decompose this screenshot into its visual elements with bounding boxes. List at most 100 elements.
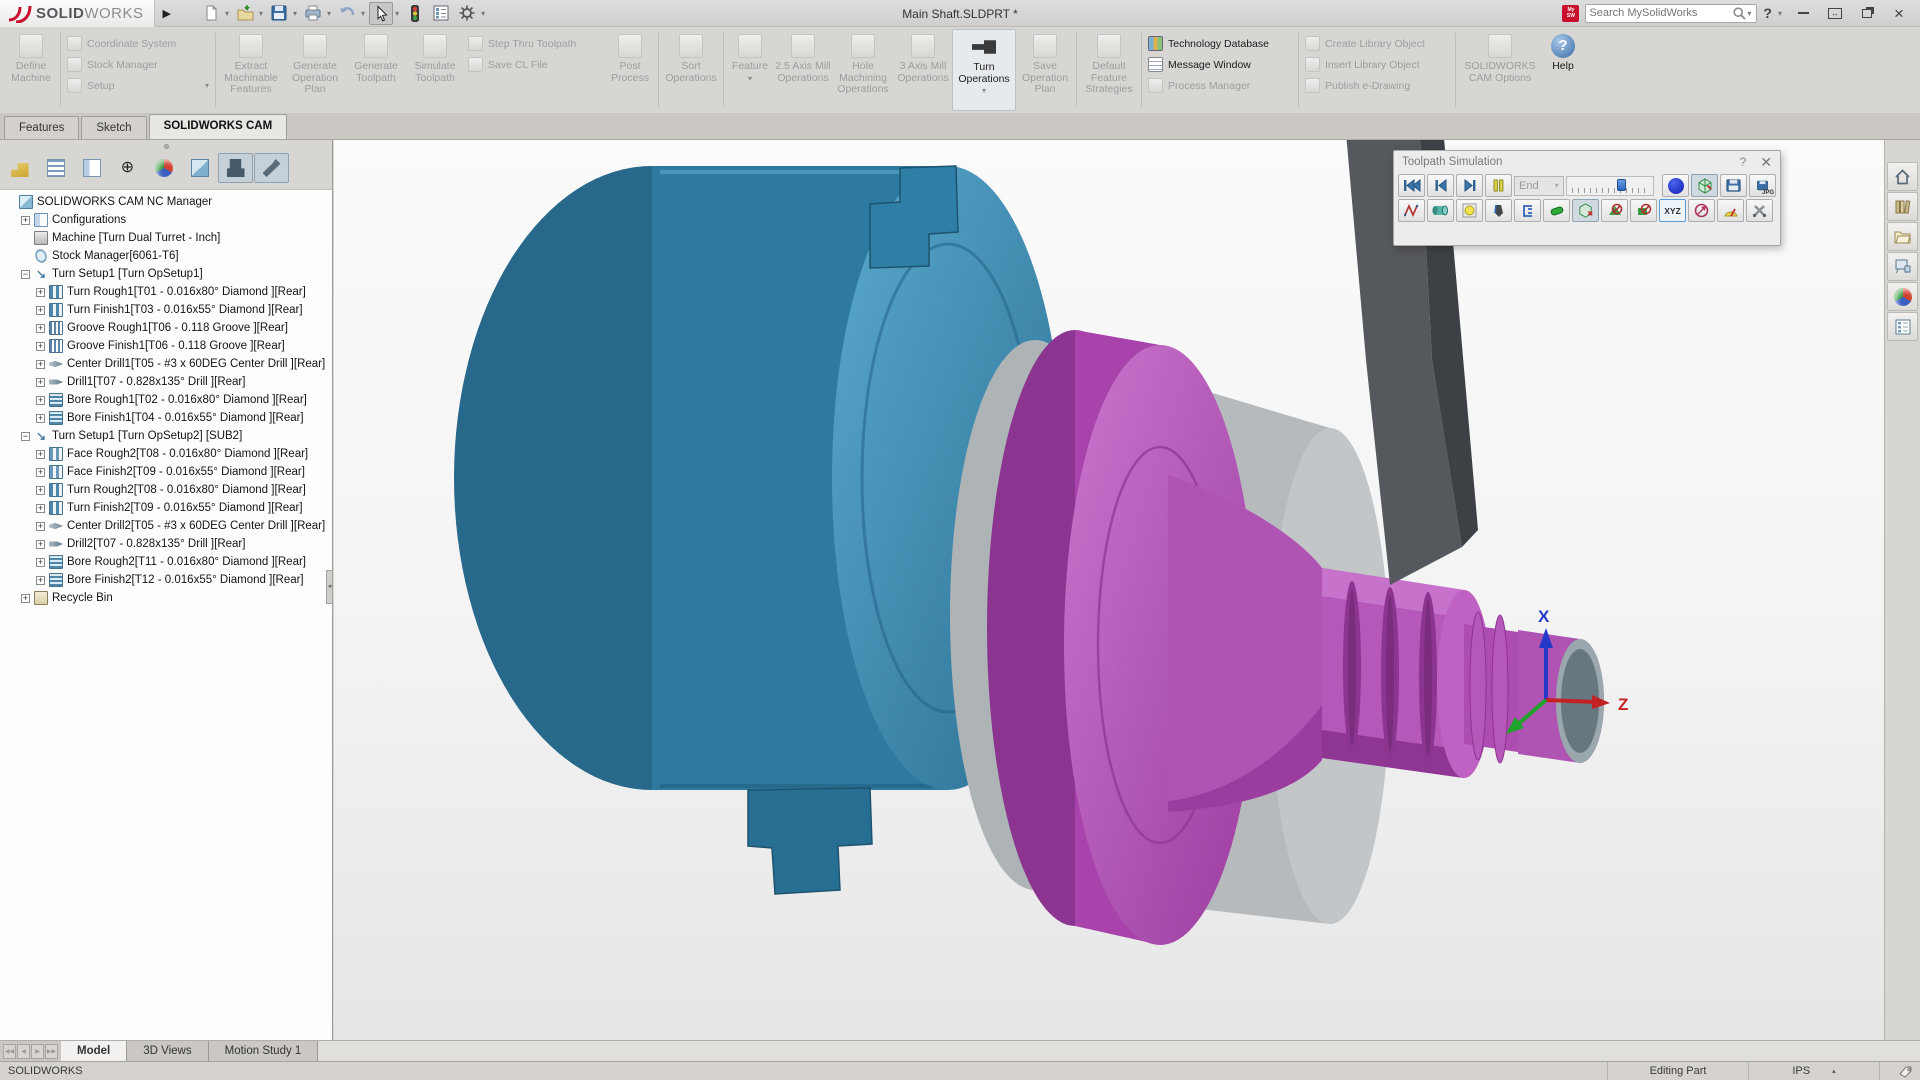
hide-cube-button[interactable]: [1572, 199, 1599, 222]
collapse-icon[interactable]: −: [21, 270, 30, 279]
turn-operations-caret-icon[interactable]: ▾: [982, 88, 986, 94]
fullscreen-button[interactable]: ↔: [1822, 2, 1848, 24]
help-button[interactable]: ? Help: [1542, 29, 1584, 111]
simulation-speed-slider[interactable]: [1566, 176, 1654, 196]
tree-item[interactable]: +Bore Rough1[T02 - 0.016x80° Diamond ][R…: [0, 391, 332, 409]
expand-icon[interactable]: +: [36, 540, 45, 549]
sort-operations-button[interactable]: Sort Operations: [661, 29, 721, 111]
tab-features[interactable]: Features: [4, 116, 79, 139]
machined-part-display-button[interactable]: [1427, 199, 1454, 222]
tree-item[interactable]: Stock Manager[6061-T6]: [0, 247, 332, 265]
rebuild-button[interactable]: [403, 2, 427, 25]
select-tool-button[interactable]: [369, 2, 393, 25]
solidworks-cam-options-button[interactable]: SOLIDWORKS CAM Options: [1458, 29, 1542, 111]
search-caret-icon[interactable]: ▾: [1747, 9, 1751, 18]
technology-database-button[interactable]: Technology Database: [1148, 35, 1292, 52]
undo-button[interactable]: [335, 2, 359, 25]
units-selector[interactable]: IPS ▴: [1759, 1065, 1869, 1077]
skip-to-start-button[interactable]: [1398, 174, 1425, 197]
print-button[interactable]: [301, 2, 325, 25]
panel-splitter-handle[interactable]: ◂: [326, 570, 333, 604]
expand-icon[interactable]: +: [36, 486, 45, 495]
save-operation-plan-button[interactable]: Save Operation Plan: [1016, 29, 1074, 111]
tab-solidworks-cam[interactable]: SOLIDWORKS CAM: [149, 114, 288, 139]
insert-library-object-button[interactable]: Insert Library Object: [1305, 56, 1449, 73]
3d-viewport[interactable]: X Z: [334, 140, 1884, 1040]
step-thru-toolpath-button[interactable]: Step Thru Toolpath: [468, 35, 600, 52]
part-tree-tab[interactable]: [2, 153, 37, 183]
tree-item[interactable]: +Turn Finish1[T03 - 0.016x55° Diamond ][…: [0, 301, 332, 319]
simulation-mode-combo[interactable]: End▾: [1514, 176, 1564, 196]
save-jpg-button[interactable]: JPG: [1749, 174, 1776, 197]
tree-item[interactable]: +Drill2[T07 - 0.828x135° Drill ][Rear]: [0, 535, 332, 553]
print-caret-icon[interactable]: ▾: [327, 9, 331, 18]
tab-model[interactable]: Model: [61, 1041, 127, 1061]
home-tab[interactable]: [1887, 162, 1918, 191]
coordinate-system-button[interactable]: Coordinate System: [67, 35, 209, 52]
tab-motion-study-1[interactable]: Motion Study 1: [209, 1041, 319, 1061]
new-document-button[interactable]: [199, 2, 223, 25]
expand-icon[interactable]: +: [36, 378, 45, 387]
default-feature-strategies-button[interactable]: Default Feature Strategies: [1079, 29, 1139, 111]
simulation-options-button[interactable]: [1746, 199, 1773, 222]
target-part-display-button[interactable]: [1543, 199, 1570, 222]
select-caret-icon[interactable]: ▾: [395, 9, 399, 18]
cam-feature-tree-tab[interactable]: [182, 153, 217, 183]
tab-scroll-prev-icon[interactable]: ◀: [17, 1044, 30, 1059]
message-window-button[interactable]: Message Window: [1148, 56, 1292, 73]
gauge-alarm-button[interactable]: [1717, 199, 1744, 222]
tree-item[interactable]: +Turn Rough1[T01 - 0.016x80° Diamond ][R…: [0, 283, 332, 301]
save-cl-file-button[interactable]: Save CL File: [468, 56, 600, 73]
tab-scroll-first-icon[interactable]: ◀◀: [3, 1044, 16, 1059]
simulate-toolpath-button[interactable]: Simulate Toolpath: [406, 29, 464, 111]
no-display-1-button[interactable]: [1601, 199, 1628, 222]
xyz-position-button[interactable]: XYZ: [1659, 199, 1686, 222]
simulation-mode-cube-button[interactable]: [1691, 174, 1718, 197]
configuration-manager-tab[interactable]: [74, 153, 109, 183]
tab-scroll-next-icon[interactable]: ▶: [31, 1044, 44, 1059]
expand-icon[interactable]: +: [36, 396, 45, 405]
tree-item[interactable]: +Bore Finish1[T04 - 0.016x55° Diamond ][…: [0, 409, 332, 427]
tree-item[interactable]: +Configurations: [0, 211, 332, 229]
create-library-object-button[interactable]: Create Library Object: [1305, 35, 1449, 52]
expand-icon[interactable]: +: [36, 450, 45, 459]
extract-machinable-features-button[interactable]: Extract Machinable Features: [218, 29, 284, 111]
dialog-close-button[interactable]: ✕: [1760, 154, 1772, 171]
turn-operations-button[interactable]: Turn Operations ▾: [952, 29, 1016, 111]
tab-3d-views[interactable]: 3D Views: [127, 1041, 208, 1061]
no-display-2-button[interactable]: [1630, 199, 1657, 222]
view-palette-tab[interactable]: [1887, 252, 1918, 281]
tree-item[interactable]: +Groove Rough1[T06 - 0.118 Groove ][Rear…: [0, 319, 332, 337]
menu-flyout-arrow-icon[interactable]: ▶: [163, 7, 171, 20]
chuck-display-button[interactable]: [1514, 199, 1541, 222]
toolpath-simulation-dialog[interactable]: Toolpath Simulation ? ✕ End▾: [1393, 150, 1781, 246]
expand-icon[interactable]: +: [36, 576, 45, 585]
status-tag-button[interactable]: [1890, 1065, 1920, 1078]
cam-operation-tree-tab[interactable]: [218, 153, 253, 183]
panel-splitter[interactable]: [0, 140, 332, 152]
tree-item[interactable]: +Face Finish2[T09 - 0.016x55° Diamond ][…: [0, 463, 332, 481]
process-manager-button[interactable]: Process Manager: [1148, 77, 1292, 94]
save-image-button[interactable]: [1720, 174, 1747, 197]
custom-properties-tab[interactable]: [1887, 312, 1918, 341]
mysolidworks-search-input[interactable]: [1589, 7, 1732, 19]
25-axis-mill-operations-button[interactable]: 2.5 Axis Mill Operations: [774, 29, 832, 111]
file-properties-button[interactable]: [429, 2, 453, 25]
dialog-help-button[interactable]: ?: [1740, 155, 1747, 169]
cam-tools-tab[interactable]: [254, 153, 289, 183]
save-button[interactable]: [267, 2, 291, 25]
property-manager-tab[interactable]: [38, 153, 73, 183]
minimize-button[interactable]: [1790, 2, 1816, 24]
stock-display-button[interactable]: [1456, 199, 1483, 222]
expand-icon[interactable]: +: [36, 558, 45, 567]
design-library-tab[interactable]: [1887, 192, 1918, 221]
hole-machining-operations-button[interactable]: Hole Machining Operations: [832, 29, 894, 111]
generate-operation-plan-button[interactable]: Generate Operation Plan: [284, 29, 346, 111]
help-menu-button[interactable]: ?: [1763, 5, 1772, 21]
appearances-tab[interactable]: [1887, 282, 1918, 311]
options-caret-icon[interactable]: ▾: [481, 9, 485, 18]
tree-item[interactable]: +Groove Finish1[T06 - 0.118 Groove ][Rea…: [0, 337, 332, 355]
pause-button[interactable]: [1485, 174, 1512, 197]
expand-icon[interactable]: +: [36, 306, 45, 315]
feature-button[interactable]: Feature ▾: [726, 29, 774, 111]
